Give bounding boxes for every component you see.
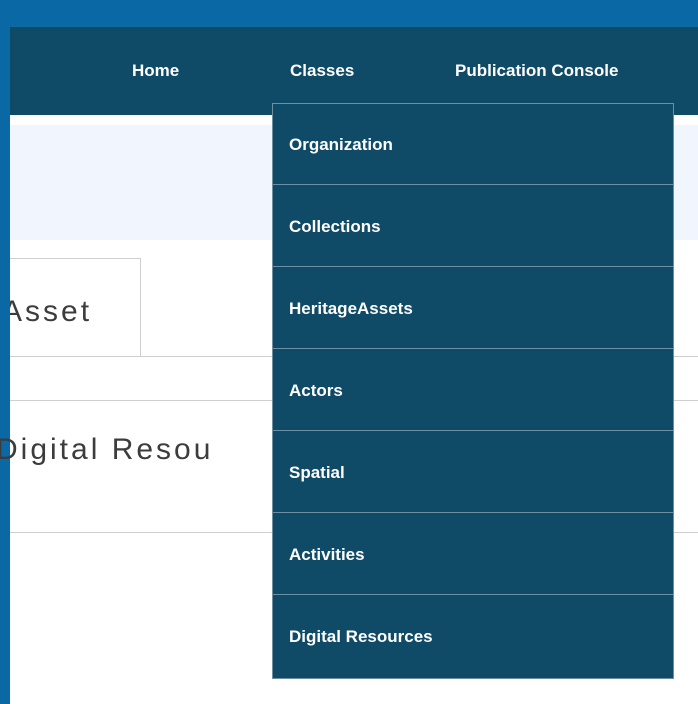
asset-tab[interactable]: Asset: [10, 258, 141, 357]
menu-item-organization[interactable]: Organization: [273, 104, 673, 185]
menu-item-digital-resources[interactable]: Digital Resources: [273, 596, 673, 677]
menu-item-collections[interactable]: Collections: [273, 186, 673, 267]
menu-item-heritage-assets[interactable]: HeritageAssets: [273, 268, 673, 349]
classes-dropdown-menu: Organization Collections HeritageAssets …: [272, 103, 674, 679]
menu-item-activities[interactable]: Activities: [273, 514, 673, 595]
nav-classes-link[interactable]: Classes: [290, 27, 354, 115]
asset-tab-label: Asset: [10, 295, 93, 328]
top-strip: [10, 0, 698, 27]
menu-item-actors[interactable]: Actors: [273, 350, 673, 431]
digital-resources-row-label[interactable]: Digital Resou: [0, 433, 213, 467]
navbar: Home Classes Publication Console: [10, 27, 698, 115]
menu-item-spatial[interactable]: Spatial: [273, 432, 673, 513]
nav-publication-console-link[interactable]: Publication Console: [455, 27, 618, 115]
nav-home-link[interactable]: Home: [132, 27, 179, 115]
